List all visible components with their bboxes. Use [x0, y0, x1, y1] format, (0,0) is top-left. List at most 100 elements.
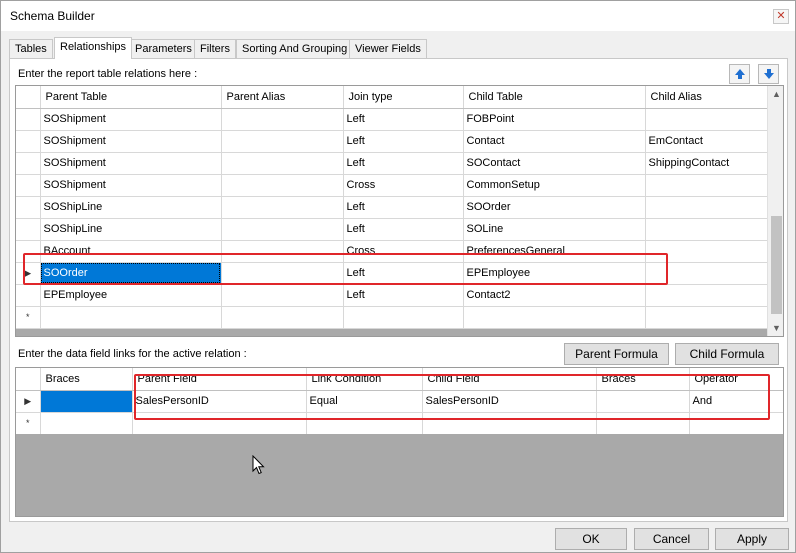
- cell-child-alias[interactable]: [645, 284, 769, 307]
- cell-parent-alias[interactable]: [221, 152, 344, 175]
- ok-button[interactable]: OK: [555, 528, 627, 550]
- cell-parent-alias[interactable]: [221, 130, 344, 153]
- new-row[interactable]: *: [16, 306, 769, 329]
- tab-parameters[interactable]: Parameters: [129, 39, 198, 58]
- tab-tables[interactable]: Tables: [9, 39, 53, 58]
- relations-label: Enter the report table relations here :: [18, 68, 198, 80]
- row-header[interactable]: [16, 108, 41, 131]
- cell-join-type[interactable]: Cross: [343, 174, 464, 197]
- column-header-child-table[interactable]: Child Table: [463, 86, 646, 109]
- window-title: Schema Builder: [10, 9, 95, 23]
- cell-child-alias[interactable]: ShippingContact: [645, 152, 769, 175]
- apply-button[interactable]: Apply: [715, 528, 789, 550]
- cell-child-alias[interactable]: [645, 218, 769, 241]
- cell-join-type[interactable]: Left: [343, 130, 464, 153]
- cell-parent-table[interactable]: SOShipment: [40, 152, 222, 175]
- cell-child-table[interactable]: SOOrder: [463, 196, 646, 219]
- tab-filters[interactable]: Filters: [194, 39, 236, 58]
- cell-child-table[interactable]: SOContact: [463, 152, 646, 175]
- current-row-indicator[interactable]: ▶: [16, 390, 41, 413]
- cell-join-type[interactable]: Left: [343, 218, 464, 241]
- row-header-corner: [16, 368, 41, 391]
- row-header[interactable]: [16, 196, 41, 219]
- column-header-braces-open[interactable]: Braces: [40, 368, 133, 391]
- cell-child-table[interactable]: Contact2: [463, 284, 646, 307]
- relationships-panel: Enter the report table relations here : …: [9, 58, 788, 522]
- cell-braces-open-selected[interactable]: [40, 390, 133, 413]
- cell-child-table[interactable]: FOBPoint: [463, 108, 646, 131]
- row-header[interactable]: [16, 130, 41, 153]
- cell-child-table[interactable]: SOLine: [463, 218, 646, 241]
- cell-join-type[interactable]: Left: [343, 284, 464, 307]
- table-row[interactable]: SOShipment Left SOContact ShippingContac…: [16, 152, 769, 175]
- cell-empty[interactable]: [463, 306, 646, 329]
- cell-join-type[interactable]: Left: [343, 152, 464, 175]
- row-header[interactable]: [16, 152, 41, 175]
- row-header[interactable]: [16, 284, 41, 307]
- tab-sorting-and-grouping[interactable]: Sorting And Grouping: [236, 39, 354, 58]
- scroll-up-icon[interactable]: ▲: [768, 86, 783, 102]
- cell-parent-table[interactable]: SOShipLine: [40, 218, 222, 241]
- cell-parent-table[interactable]: SOShipLine: [40, 196, 222, 219]
- row-header[interactable]: [16, 174, 41, 197]
- row-header[interactable]: [16, 218, 41, 241]
- cancel-button[interactable]: Cancel: [634, 528, 709, 550]
- links-label: Enter the data field links for the activ…: [18, 348, 247, 360]
- column-header-parent-table[interactable]: Parent Table: [40, 86, 222, 109]
- table-row[interactable]: SOShipment Left FOBPoint: [16, 108, 769, 131]
- move-down-button[interactable]: [758, 64, 779, 84]
- cell-parent-table[interactable]: SOShipment: [40, 108, 222, 131]
- cell-join-type[interactable]: Left: [343, 108, 464, 131]
- parent-formula-button[interactable]: Parent Formula: [564, 343, 669, 365]
- cell-parent-table[interactable]: SOShipment: [40, 174, 222, 197]
- arrow-up-icon: [735, 69, 745, 79]
- move-up-button[interactable]: [729, 64, 750, 84]
- table-row[interactable]: SOShipment Cross CommonSetup: [16, 174, 769, 197]
- cell-child-alias[interactable]: [645, 174, 769, 197]
- scroll-thumb[interactable]: [771, 216, 782, 314]
- row-header-corner: [16, 86, 41, 109]
- column-header-join-type[interactable]: Join type: [343, 86, 464, 109]
- table-row[interactable]: EPEmployee Left Contact2: [16, 284, 769, 307]
- cell-parent-table[interactable]: SOShipment: [40, 130, 222, 153]
- cell-empty[interactable]: [645, 306, 769, 329]
- table-row[interactable]: SOShipLine Left SOOrder: [16, 196, 769, 219]
- child-formula-button[interactable]: Child Formula: [675, 343, 779, 365]
- arrow-down-icon: [764, 69, 774, 79]
- cell-parent-alias[interactable]: [221, 284, 344, 307]
- cell-child-alias[interactable]: [645, 108, 769, 131]
- highlight-box-relation: [23, 253, 668, 285]
- relations-vertical-scrollbar[interactable]: ▲ ▼: [767, 86, 783, 336]
- cell-child-table[interactable]: Contact: [463, 130, 646, 153]
- cell-empty[interactable]: [221, 306, 344, 329]
- tab-relationships[interactable]: Relationships: [54, 37, 133, 59]
- cell-parent-table[interactable]: EPEmployee: [40, 284, 222, 307]
- column-header-child-alias[interactable]: Child Alias: [645, 86, 769, 109]
- cell-child-alias[interactable]: EmContact: [645, 130, 769, 153]
- new-row-indicator[interactable]: *: [16, 306, 41, 329]
- tab-viewer-fields[interactable]: Viewer Fields: [349, 39, 427, 58]
- cell-parent-alias[interactable]: [221, 218, 344, 241]
- cell-empty[interactable]: [40, 306, 222, 329]
- cell-child-table[interactable]: CommonSetup: [463, 174, 646, 197]
- close-icon[interactable]: ✕: [773, 9, 789, 24]
- title-bar: Schema Builder ✕: [1, 1, 795, 31]
- mouse-pointer-icon: [252, 455, 265, 475]
- relations-table: Parent Table Parent Alias Join type Chil…: [16, 86, 769, 329]
- schema-builder-window: Schema Builder ✕ Tables Relationships Pa…: [0, 0, 796, 553]
- cell-empty[interactable]: [343, 306, 464, 329]
- highlight-box-link: [134, 374, 770, 420]
- cell-empty[interactable]: [40, 412, 133, 435]
- cell-child-alias[interactable]: [645, 196, 769, 219]
- cell-parent-alias[interactable]: [221, 108, 344, 131]
- cell-parent-alias[interactable]: [221, 174, 344, 197]
- relations-grid: Parent Table Parent Alias Join type Chil…: [15, 85, 784, 337]
- table-row[interactable]: SOShipLine Left SOLine: [16, 218, 769, 241]
- cell-parent-alias[interactable]: [221, 196, 344, 219]
- table-row[interactable]: SOShipment Left Contact EmContact: [16, 130, 769, 153]
- scroll-down-icon[interactable]: ▼: [768, 320, 783, 336]
- relations-header-row: Parent Table Parent Alias Join type Chil…: [16, 86, 769, 109]
- new-row-indicator[interactable]: *: [16, 412, 41, 435]
- column-header-parent-alias[interactable]: Parent Alias: [221, 86, 344, 109]
- cell-join-type[interactable]: Left: [343, 196, 464, 219]
